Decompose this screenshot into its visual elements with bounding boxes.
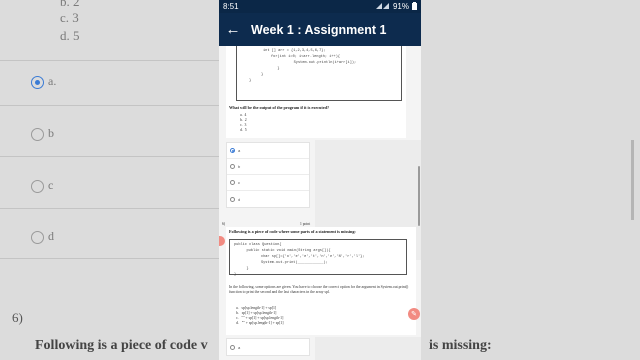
radio[interactable]: [230, 196, 235, 202]
radio[interactable]: [230, 180, 235, 185]
bg-question-prompt: Following is a piece of code v: [35, 338, 208, 353]
next-options-list: a. sp[sp.length-1] + sp[1] b. sp[1] + sp…: [236, 306, 284, 326]
bg-radio-d: [31, 231, 44, 244]
answer-option-c[interactable]: c: [227, 175, 309, 191]
option-text: d. "" + sp[sp.length-1] + sp[1]: [236, 321, 284, 325]
edit-pencil-icon[interactable]: ✎: [408, 308, 420, 320]
bg-answer-d: d: [48, 229, 54, 243]
prev-question-page: int [] arr = {1,2,3,4,5,6,7}; for(int i=…: [226, 46, 406, 138]
prev-question-prompt: What will be the output of the program i…: [229, 105, 330, 110]
bg-answer-a: a.: [48, 74, 57, 88]
radio-selected[interactable]: [230, 148, 235, 153]
bg-divider: [0, 258, 219, 259]
option-text: d. 5: [240, 128, 247, 132]
background-right: is missing:: [421, 0, 640, 360]
prev-code-box: int [] arr = {1,2,3,4,5,6,7}; for(int i=…: [236, 46, 402, 101]
question-points: 1 point: [300, 222, 311, 226]
next-question-page: Following is a piece of code where some …: [226, 227, 416, 335]
answer-option-a[interactable]: a: [227, 339, 309, 355]
bg-option-d: d. 5: [60, 28, 80, 43]
bg-divider: [0, 105, 219, 106]
bg-radio-c: [31, 180, 44, 193]
side-tab-handle[interactable]: [219, 236, 225, 246]
side-panel: [315, 337, 421, 360]
assignment-content[interactable]: int [] arr = {1,2,3,4,5,6,7}; for(int i=…: [219, 46, 421, 360]
bg-option-c: c. 3: [60, 10, 79, 25]
next-question-desc: In the following, some options are given…: [229, 285, 409, 294]
signal-icon: [375, 2, 390, 11]
next-code-box: public class Question{ public static voi…: [229, 239, 407, 277]
next-question-prompt: Following is a piece of code where some …: [229, 229, 356, 234]
bg-scrollbar: [631, 140, 634, 220]
answer-option-b[interactable]: b: [227, 159, 309, 175]
bg-answer-b: b: [48, 126, 54, 140]
prev-answer-card: a b c d: [226, 142, 310, 208]
battery-percent: 91%: [392, 2, 409, 11]
status-icons: 91%: [375, 1, 417, 12]
battery-icon: [412, 1, 417, 12]
scrollbar-thumb[interactable]: [418, 166, 420, 226]
bg-question-number: 6): [12, 310, 23, 325]
bg-divider: [0, 156, 219, 157]
bg-divider: [0, 60, 219, 61]
back-arrow-icon[interactable]: ←: [219, 21, 247, 38]
answer-label: a: [238, 148, 241, 153]
radio[interactable]: [230, 344, 235, 350]
bg-answer-c: c: [48, 178, 54, 192]
question-number: 6): [222, 222, 226, 226]
phone-screen: 8:51 91% ← Week 1 : Assignment 1 int [] …: [219, 0, 421, 360]
code-line: }: [249, 79, 252, 83]
answer-label: a: [238, 344, 241, 350]
radio[interactable]: [230, 164, 235, 169]
bg-option-b: b. 2: [60, 0, 80, 9]
prev-options-list: a. 4 b. 2 c. 3 d. 5: [240, 113, 247, 133]
answer-option-d[interactable]: d: [227, 191, 309, 207]
answer-option-a[interactable]: a: [227, 143, 309, 159]
bg-radio-a: [31, 76, 44, 89]
status-time: 8:51: [223, 2, 239, 11]
status-bar: 8:51 91%: [219, 0, 421, 13]
next-answer-card: a: [226, 338, 310, 356]
answer-label: c: [238, 180, 240, 185]
bg-divider: [0, 208, 219, 209]
answer-label: d: [238, 196, 241, 202]
answer-label: b: [238, 164, 241, 169]
code-line: }: [234, 273, 237, 277]
bg-radio-b: [31, 128, 44, 141]
app-bar: ← Week 1 : Assignment 1: [219, 13, 421, 46]
bg-question-prompt-tail: is missing:: [429, 338, 492, 353]
page-title: Week 1 : Assignment 1: [251, 22, 387, 37]
